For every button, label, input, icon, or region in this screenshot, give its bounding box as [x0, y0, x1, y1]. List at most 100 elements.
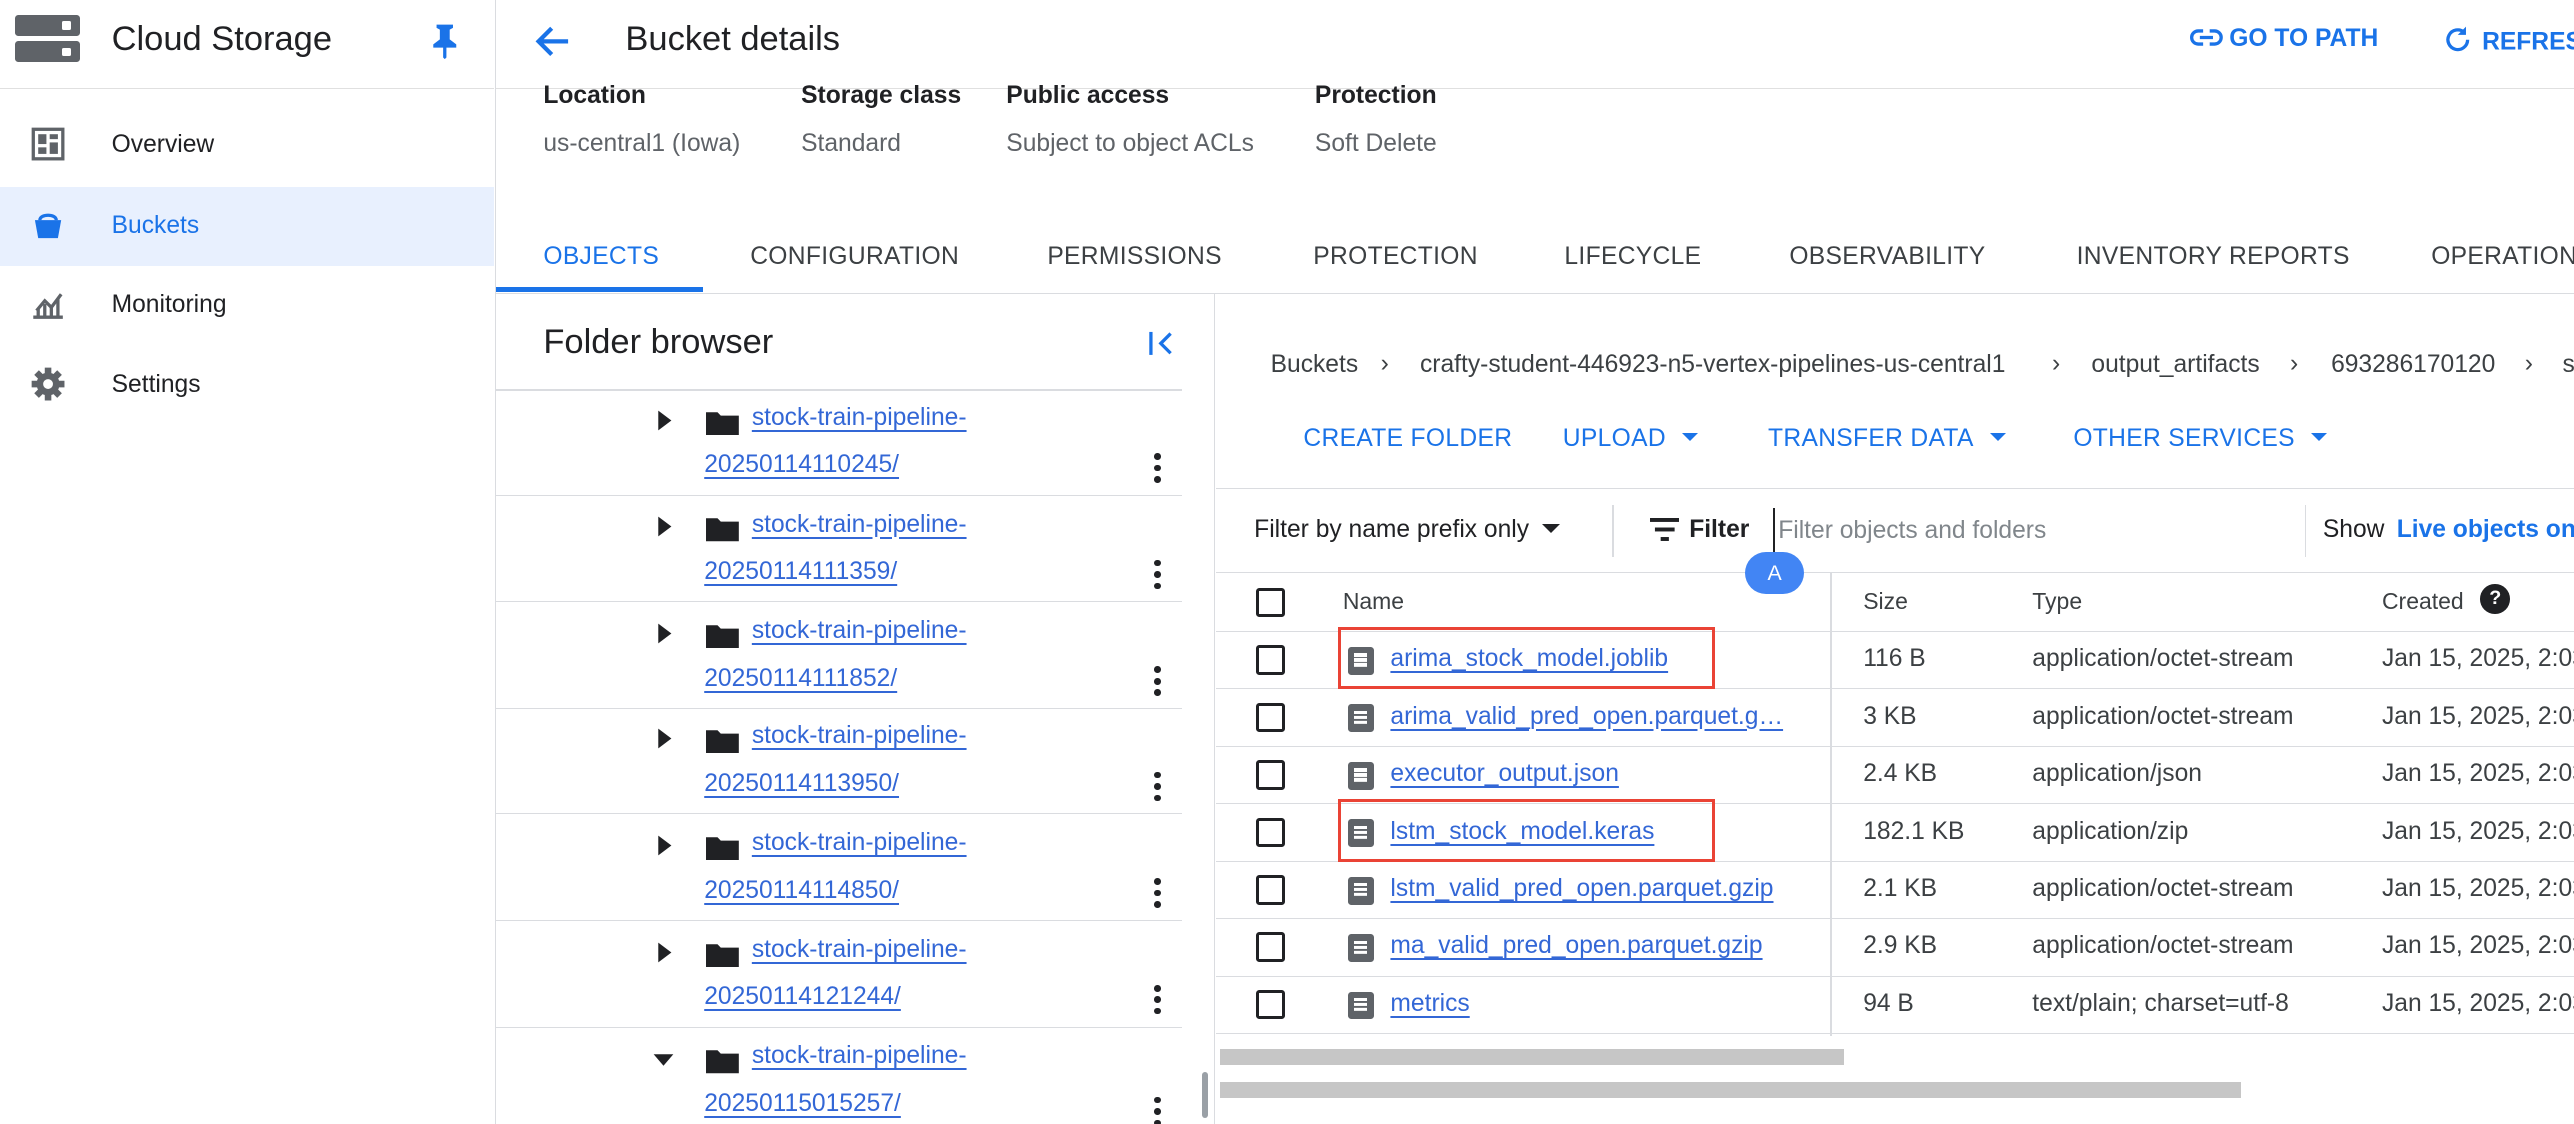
folder-icon: [705, 625, 739, 649]
tab-configuration[interactable]: CONFIGURATION: [750, 243, 959, 271]
tab-protection[interactable]: PROTECTION: [1313, 243, 1478, 271]
object-link[interactable]: arima_stock_model.joblib: [1390, 645, 1668, 673]
folder-row[interactable]: stock-train-pipeline- 20250114121244/: [495, 923, 1182, 1028]
folder-row[interactable]: stock-train-pipeline- 20250114114850/: [495, 816, 1182, 921]
row-checkbox[interactable]: [1255, 932, 1286, 962]
folder-link[interactable]: 20250115015257/: [704, 1090, 901, 1118]
more-vert-icon[interactable]: [1152, 984, 1162, 1015]
refresh-button[interactable]: REFRESH: [2443, 25, 2574, 57]
tab-inventory-reports[interactable]: INVENTORY REPORTS: [2077, 243, 2350, 271]
chart-icon: [32, 292, 63, 319]
size-column-header[interactable]: Size: [1863, 588, 1908, 615]
folder-link[interactable]: stock-train-pipeline-: [752, 936, 967, 964]
horizontal-scrollbar[interactable]: [1219, 1081, 2241, 1099]
more-vert-icon[interactable]: [1152, 771, 1162, 802]
created-column-header[interactable]: Created: [2382, 588, 2464, 615]
help-icon[interactable]: ?: [2480, 584, 2510, 614]
create-folder-button[interactable]: CREATE FOLDER: [1303, 425, 1512, 453]
row-checkbox[interactable]: [1255, 989, 1286, 1020]
back-arrow-icon[interactable]: [532, 20, 575, 63]
select-all-checkbox[interactable]: [1255, 587, 1286, 618]
caret-right-icon[interactable]: [655, 727, 675, 750]
more-vert-icon[interactable]: [1152, 453, 1162, 483]
type-column-header[interactable]: Type: [2032, 588, 2082, 615]
caret-right-icon[interactable]: [655, 515, 675, 538]
folder-icon: [705, 943, 739, 967]
caret-right-icon[interactable]: [655, 409, 675, 432]
table-row[interactable]: lstm_valid_pred_open.parquet.gzip 2.1 KB…: [1216, 862, 2574, 920]
table-row[interactable]: metrics 94 B text/plain; charset=utf-8 J…: [1216, 977, 2574, 1035]
folder-link[interactable]: stock-train-pipeline-: [752, 511, 967, 539]
table-row[interactable]: ma_valid_pred_open.parquet.gzip 2.9 KB a…: [1216, 919, 2574, 977]
nav-item-monitoring[interactable]: Monitoring: [0, 266, 494, 345]
name-column-header[interactable]: Name: [1343, 588, 1404, 615]
row-checkbox[interactable]: [1255, 874, 1286, 905]
folder-link[interactable]: 20250114114850/: [704, 877, 899, 905]
tab-lifecycle[interactable]: LIFECYCLE: [1564, 243, 1701, 271]
breadcrumb-output-artifacts[interactable]: output_artifacts: [2091, 351, 2259, 379]
object-link[interactable]: arima_valid_pred_open.parquet.g…: [1390, 703, 1783, 731]
folder-link[interactable]: 20250114110245/: [704, 451, 899, 479]
breadcrumb-buckets[interactable]: Buckets: [1271, 351, 1359, 379]
folder-browser-scrollbar[interactable]: [1201, 1071, 1209, 1118]
tab-operations[interactable]: OPERATIONS: [2431, 243, 2574, 271]
folder-row[interactable]: stock-train-pipeline- 20250115015257/: [496, 1029, 1182, 1124]
object-type: application/octet-stream: [2032, 932, 2294, 960]
nav-item-settings[interactable]: Settings: [0, 346, 494, 425]
collapse-panel-icon[interactable]: [1146, 327, 1179, 360]
object-link[interactable]: lstm_stock_model.keras: [1390, 818, 1654, 846]
caret-right-icon[interactable]: [655, 622, 675, 645]
folder-link[interactable]: 20250114121244/: [704, 983, 901, 1011]
table-row[interactable]: executor_output.json 2.4 KB application/…: [1216, 747, 2574, 805]
horizontal-scrollbar[interactable]: [1219, 1048, 1844, 1066]
folder-link[interactable]: stock-train-pipeline-: [752, 404, 967, 432]
object-link[interactable]: metrics: [1390, 990, 1469, 1018]
breadcrumb-project-number[interactable]: 693286170120: [2331, 351, 2495, 379]
row-checkbox[interactable]: [1255, 817, 1286, 848]
more-vert-icon[interactable]: [1152, 666, 1162, 696]
table-row[interactable]: arima_valid_pred_open.parquet.g… 3 KB ap…: [1216, 689, 2574, 747]
folder-link[interactable]: 20250114111359/: [704, 558, 897, 586]
tab-observability[interactable]: OBSERVABILITY: [1789, 243, 1985, 271]
folder-link[interactable]: 20250114111852/: [704, 665, 897, 693]
object-link[interactable]: ma_valid_pred_open.parquet.gzip: [1390, 932, 1762, 960]
transfer-data-button[interactable]: TRANSFER DATA: [1768, 425, 2007, 453]
nav-item-overview[interactable]: Overview: [0, 107, 494, 186]
pin-icon[interactable]: [430, 23, 460, 60]
nav-item-buckets[interactable]: Buckets: [0, 187, 495, 266]
more-vert-icon[interactable]: [1152, 559, 1162, 590]
folder-row[interactable]: stock-train-pipeline- 20250114110245/: [495, 391, 1182, 496]
row-checkbox[interactable]: [1255, 702, 1286, 733]
folder-row[interactable]: stock-train-pipeline- 20250114111359/: [495, 497, 1182, 603]
breadcrumb-next[interactable]: s: [2563, 351, 2574, 379]
other-services-button[interactable]: OTHER SERVICES: [2073, 425, 2328, 453]
object-link[interactable]: executor_output.json: [1390, 760, 1618, 788]
tab-objects[interactable]: OBJECTS: [543, 243, 659, 271]
caret-right-icon[interactable]: [655, 941, 675, 964]
row-checkbox[interactable]: [1255, 645, 1286, 675]
folder-link[interactable]: stock-train-pipeline-: [752, 617, 967, 645]
upload-button[interactable]: UPLOAD: [1563, 425, 1699, 453]
folder-link[interactable]: 20250114113950/: [704, 770, 899, 798]
name-prefix-dropdown[interactable]: Filter by name prefix only: [1254, 516, 1561, 544]
storage-class-label: Storage class: [801, 82, 962, 110]
filter-input[interactable]: [1772, 508, 2299, 555]
row-checkbox[interactable]: [1255, 760, 1286, 790]
folder-link[interactable]: stock-train-pipeline-: [752, 829, 967, 857]
caret-down-icon[interactable]: [652, 1051, 675, 1067]
object-link[interactable]: lstm_valid_pred_open.parquet.gzip: [1390, 875, 1773, 903]
breadcrumb-bucket[interactable]: crafty-student-446923-n5-vertex-pipeline…: [1420, 351, 2005, 379]
table-row[interactable]: lstm_stock_model.keras 182.1 KB applicat…: [1216, 799, 2574, 862]
table-row[interactable]: arima_stock_model.joblib 116 B applicati…: [1216, 627, 2574, 690]
folder-row[interactable]: stock-train-pipeline- 20250114113950/: [495, 709, 1182, 815]
live-objects-dropdown[interactable]: Live objects only: [2397, 516, 2574, 544]
folder-link[interactable]: stock-train-pipeline-: [752, 722, 967, 750]
nav-item-label: Overview: [111, 131, 215, 159]
more-vert-icon[interactable]: [1152, 1096, 1162, 1124]
caret-right-icon[interactable]: [655, 834, 675, 857]
tab-permissions[interactable]: PERMISSIONS: [1047, 243, 1222, 271]
go-to-path-button[interactable]: GO TO PATH: [2189, 25, 2378, 53]
more-vert-icon[interactable]: [1152, 878, 1162, 908]
folder-link[interactable]: stock-train-pipeline-: [752, 1042, 967, 1070]
folder-row[interactable]: stock-train-pipeline- 20250114111852/: [495, 604, 1182, 710]
